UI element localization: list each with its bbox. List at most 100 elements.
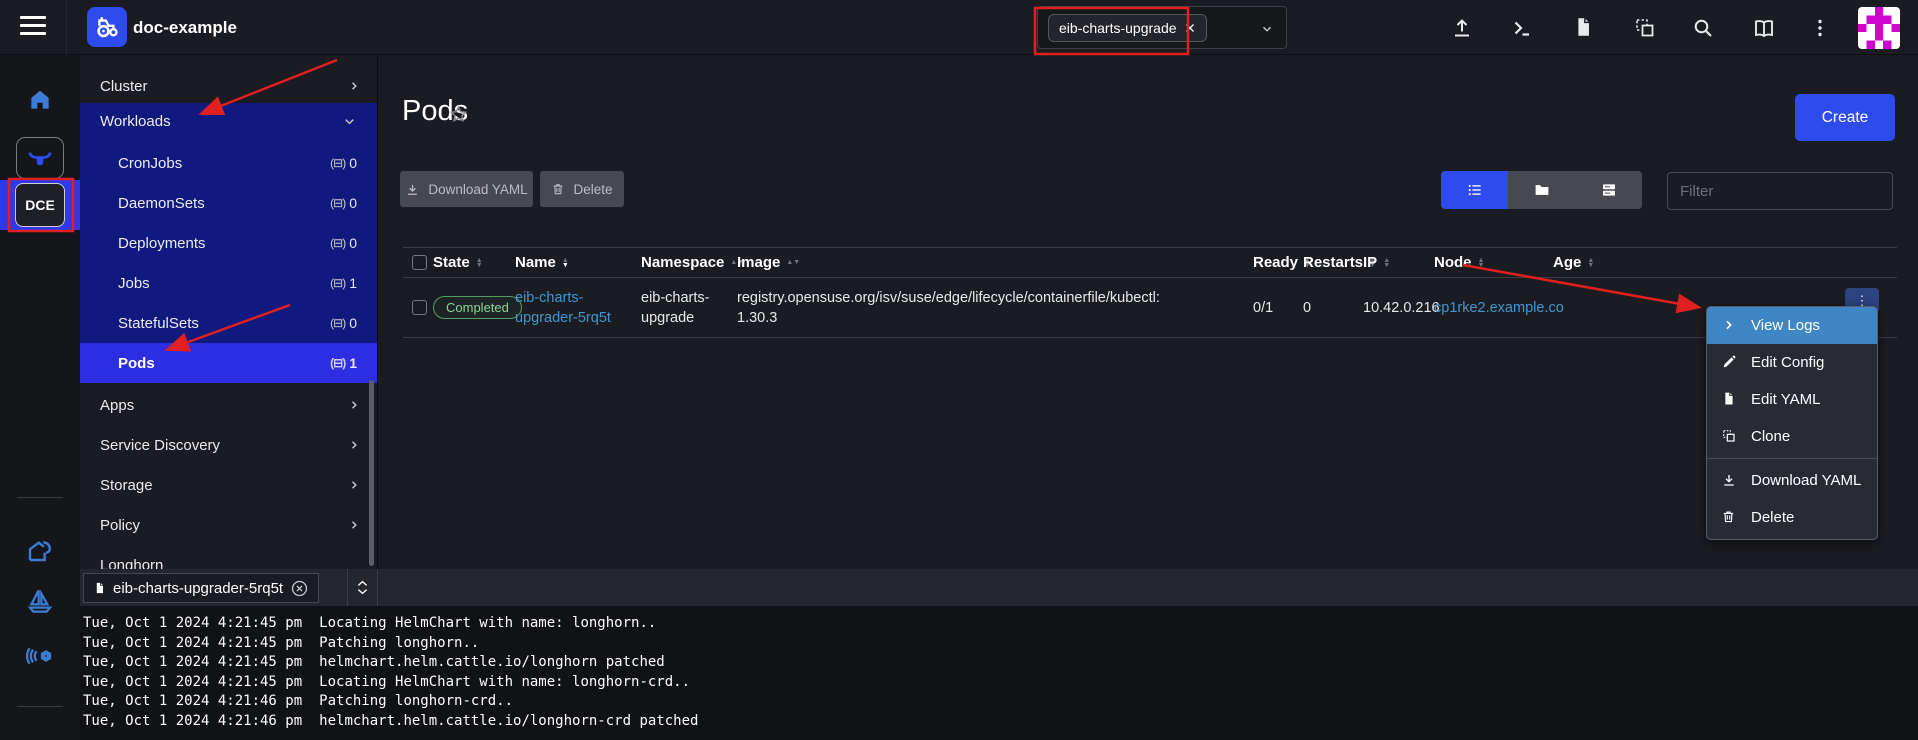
sidebar-item-daemonsets[interactable]: DaemonSets (⊟)0 [80,183,377,223]
menu-item-download-yaml[interactable]: Download YAML [1707,462,1877,499]
sidebar-item-service-discovery[interactable]: Service Discovery [80,427,377,463]
kebab-menu-icon[interactable] [1808,16,1832,40]
namespace-chip[interactable]: eib-charts-upgrade [1048,14,1207,42]
log-output: Tue, Oct 1 2024 4:21:45 pmLocating HelmC… [80,606,1918,740]
hamburger-menu-icon[interactable] [20,16,46,38]
column-header-restarts[interactable]: Restarts ▲▼ [1303,254,1363,271]
log-message: Locating HelmChart with name: longhorn-c… [319,674,690,690]
resource-count: (⊟)0 [330,235,357,251]
log-message: Patching longhorn-crd.. [319,693,513,709]
ip-cell: 10.42.0.216 [1363,300,1434,316]
chip-close-icon[interactable] [1184,22,1196,34]
download-yaml-button[interactable]: Download YAML [400,171,533,207]
column-label: Name [515,254,556,271]
clone-icon [1721,428,1739,446]
column-label: Restarts [1303,254,1363,271]
column-header-ip[interactable]: IP ▲▼ [1363,254,1434,271]
row-checkbox[interactable] [412,300,427,315]
delete-button[interactable]: Delete [540,171,624,207]
sidebar-item-deployments[interactable]: Deployments (⊟)0 [80,223,377,263]
log-tab[interactable]: eib-charts-upgrader-5rq5t [83,573,319,603]
chevron-right-icon [347,518,361,532]
import-yaml-icon[interactable] [1633,16,1657,40]
image-cell: registry.opensuse.org/isv/suse/edge/life… [737,288,1167,328]
sidebar-item-apps[interactable]: Apps [80,387,377,423]
ready-cell: 0/1 [1253,300,1303,316]
sidebar-item-label: Policy [100,517,140,534]
sidebar-item-workloads[interactable]: Workloads [80,103,377,140]
sidebar-item-pods[interactable]: Pods (⊟)1 [80,343,377,383]
sort-carets: ▲▼ [786,253,800,273]
sidebar-item-label: Jobs [118,275,150,292]
favorite-star-icon[interactable] [448,104,469,125]
sort-carets: ▲▼ [476,258,483,268]
upload-icon[interactable] [1450,16,1474,40]
sidebar-item-cluster[interactable]: Cluster [80,68,377,104]
namespace-filter-select[interactable]: eib-charts-upgrade [1037,6,1287,49]
menu-item-view-logs[interactable]: View Logs [1707,307,1877,344]
cluster-badge-dce[interactable]: DCE [15,183,65,227]
sidebar-item-label: Cluster [100,78,148,95]
column-header-namespace[interactable]: Namespace ▲▼ [641,253,737,273]
resource-count: (⊟)1 [330,275,357,291]
sidebar-item-statefulsets[interactable]: StatefulSets (⊟)0 [80,303,377,343]
longhorn-icon[interactable] [24,534,56,566]
rancher-app: doc-example eib-charts-upgrade [0,0,1918,740]
filter-input[interactable] [1667,172,1893,210]
column-label: Age [1553,254,1581,271]
column-header-name[interactable]: Name ▲▼ [515,254,641,271]
column-header-node[interactable]: Node ▲▼ [1434,254,1553,271]
kubectl-shell-icon[interactable] [1510,16,1534,40]
product-logo[interactable] [87,7,127,47]
table-header-row: State ▲▼ Name ▲▼ Namespace ▲▼ Image ▲▼ R… [403,247,1897,278]
chevron-right-icon [347,478,361,492]
count-badge-icon: (⊟) [330,356,345,370]
column-header-ready[interactable]: Ready ▲▼ [1253,254,1303,271]
panel-expand-control[interactable] [347,569,378,606]
menu-item-edit-config[interactable]: Edit Config [1707,344,1877,381]
docs-book-icon[interactable] [1752,16,1776,40]
top-header: doc-example eib-charts-upgrade [0,0,1918,55]
chevron-down-icon[interactable] [1260,22,1274,36]
column-header-age[interactable]: Age ▲▼ [1553,254,1897,271]
pods-table: State ▲▼ Name ▲▼ Namespace ▲▼ Image ▲▼ R… [403,247,1897,338]
row-context-menu: View Logs Edit Config Edit YAML Clone Do… [1706,306,1878,540]
sidebar-item-label: Service Discovery [100,437,220,454]
sidebar-scrollbar[interactable] [369,380,374,566]
close-circle-icon[interactable] [290,579,309,598]
chevron-right-icon [347,398,361,412]
log-message: Locating HelmChart with name: longhorn.. [319,615,656,631]
sidebar-item-policy[interactable]: Policy [80,507,377,543]
sidebar-item-label: CronJobs [118,155,182,172]
column-header-image[interactable]: Image ▲▼ [737,253,1253,273]
sidebar-item-cronjobs[interactable]: CronJobs (⊟)0 [80,143,377,183]
list-view-button[interactable] [1441,171,1508,209]
menu-item-delete[interactable]: Delete [1707,499,1877,536]
neuvector-waves-icon[interactable] [24,640,56,672]
user-avatar[interactable] [1858,7,1900,49]
node-link[interactable]: cp1rke2.example.co [1434,300,1564,316]
create-button[interactable]: Create [1795,94,1895,141]
select-all-checkbox[interactable] [412,255,427,270]
trash-icon [1721,509,1739,527]
home-icon[interactable] [27,87,53,113]
delete-label: Delete [573,182,612,197]
column-header-state[interactable]: State ▲▼ [433,254,515,271]
sidebar-item-jobs[interactable]: Jobs (⊟)1 [80,263,377,303]
pod-name-link[interactable]: eib-charts-upgrader-5rq5t [515,288,630,328]
column-label: Namespace [641,253,724,273]
log-line: Tue, Oct 1 2024 4:21:45 pmLocating HelmC… [83,673,1918,693]
menu-item-clone[interactable]: Clone [1707,418,1877,455]
log-message: helmchart.helm.cattle.io/longhorn-crd pa… [319,713,698,729]
sailboat-icon[interactable] [24,585,56,617]
folder-view-button[interactable] [1508,171,1575,209]
file-icon[interactable] [1572,16,1596,40]
resource-count: (⊟)0 [330,315,357,331]
sort-carets: ▲▼ [562,258,569,268]
menu-item-edit-yaml[interactable]: Edit YAML [1707,381,1877,418]
header-divider [66,0,67,55]
rancher-steer-button[interactable] [16,137,64,179]
sidebar-item-storage[interactable]: Storage [80,467,377,503]
search-icon[interactable] [1691,16,1715,40]
node-view-button[interactable] [1575,171,1642,209]
